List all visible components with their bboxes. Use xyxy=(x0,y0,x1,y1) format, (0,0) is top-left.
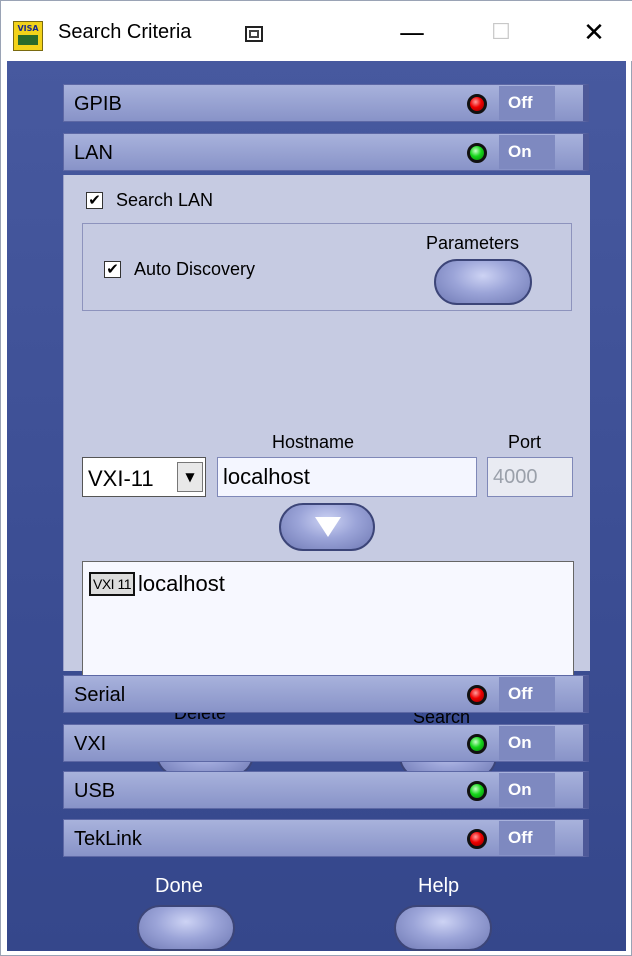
interface-label-gpib: GPIB xyxy=(74,93,122,115)
help-label: Help xyxy=(418,875,460,897)
minimize-button[interactable]: — xyxy=(382,11,442,55)
status-led-icon xyxy=(467,781,487,801)
auto-discovery-label: Auto Discovery xyxy=(134,259,256,279)
interface-row-vxi[interactable]: VXI On xyxy=(63,724,589,762)
protocol-badge: VXI 11 xyxy=(89,572,135,596)
maximize-button[interactable]: ☐ xyxy=(471,11,531,55)
hostname-label: Hostname xyxy=(272,432,355,452)
parameters-button[interactable] xyxy=(434,259,532,305)
auto-discovery-group: ✔ Auto Discovery Parameters xyxy=(82,223,572,311)
search-lan-label: Search LAN xyxy=(116,190,214,210)
port-field[interactable]: 4000 xyxy=(487,457,573,497)
interface-label-lan: LAN xyxy=(74,142,113,164)
interface-state-vxi[interactable]: On xyxy=(499,726,555,760)
app-icon-text: VISA xyxy=(17,24,39,33)
add-host-button[interactable] xyxy=(279,503,375,551)
interface-state-gpib[interactable]: Off xyxy=(499,86,555,120)
interface-label-vxi: VXI xyxy=(74,733,107,755)
interface-state-teklink[interactable]: Off xyxy=(499,821,555,855)
chevron-down-icon[interactable]: ▼ xyxy=(177,462,203,492)
close-button[interactable]: ✕ xyxy=(564,11,624,55)
interface-row-serial[interactable]: Serial Off xyxy=(63,675,589,713)
done-button[interactable] xyxy=(137,905,235,951)
interface-state-lan[interactable]: On xyxy=(499,135,555,169)
status-led-icon xyxy=(467,685,487,705)
criteria-panel: GPIB Off LAN On ✔ Search LAN ✔ Auto Disc… xyxy=(7,61,626,951)
auto-discovery-checkbox[interactable]: ✔ xyxy=(104,261,121,278)
status-led-icon xyxy=(467,829,487,849)
title-bar[interactable]: VISA Search Criteria — ☐ ✕ xyxy=(1,1,632,61)
interface-row-usb[interactable]: USB On xyxy=(63,771,589,809)
port-label: Port xyxy=(508,432,542,452)
status-led-icon xyxy=(467,734,487,754)
protocol-select-value: VXI-11 xyxy=(88,466,154,491)
hostname-field[interactable]: localhost xyxy=(217,457,477,497)
interface-label-teklink: TekLink xyxy=(74,828,142,850)
help-button[interactable] xyxy=(394,905,492,951)
restore-pin-icon[interactable] xyxy=(244,25,264,43)
done-label: Done xyxy=(155,875,203,897)
visa-app-icon: VISA xyxy=(13,21,43,51)
interface-row-teklink[interactable]: TekLink Off xyxy=(63,819,589,857)
search-lan-checkbox[interactable]: ✔ xyxy=(86,192,103,209)
lan-settings-panel: ✔ Search LAN ✔ Auto Discovery Parameters… xyxy=(63,175,590,779)
interface-state-usb[interactable]: On xyxy=(499,773,555,807)
instrument-list[interactable]: VXI 11 localhost xyxy=(82,561,574,691)
window-title: Search Criteria xyxy=(58,21,192,43)
down-arrow-icon xyxy=(315,517,341,537)
interface-label-usb: USB xyxy=(74,780,116,802)
protocol-select[interactable]: VXI-11 ▼ xyxy=(82,457,206,497)
parameters-label: Parameters xyxy=(426,233,520,253)
interface-state-serial[interactable]: Off xyxy=(499,677,555,711)
interface-row-gpib[interactable]: GPIB Off xyxy=(63,84,589,122)
interface-row-lan[interactable]: LAN On xyxy=(63,133,589,171)
status-led-icon xyxy=(467,94,487,114)
search-criteria-window: VISA Search Criteria — ☐ ✕ GPIB Off LAN … xyxy=(0,0,632,956)
interface-label-serial: Serial xyxy=(74,684,126,706)
list-item-host: localhost xyxy=(138,571,225,596)
status-led-icon xyxy=(467,143,487,163)
list-item[interactable]: VXI 11 localhost xyxy=(89,572,225,596)
